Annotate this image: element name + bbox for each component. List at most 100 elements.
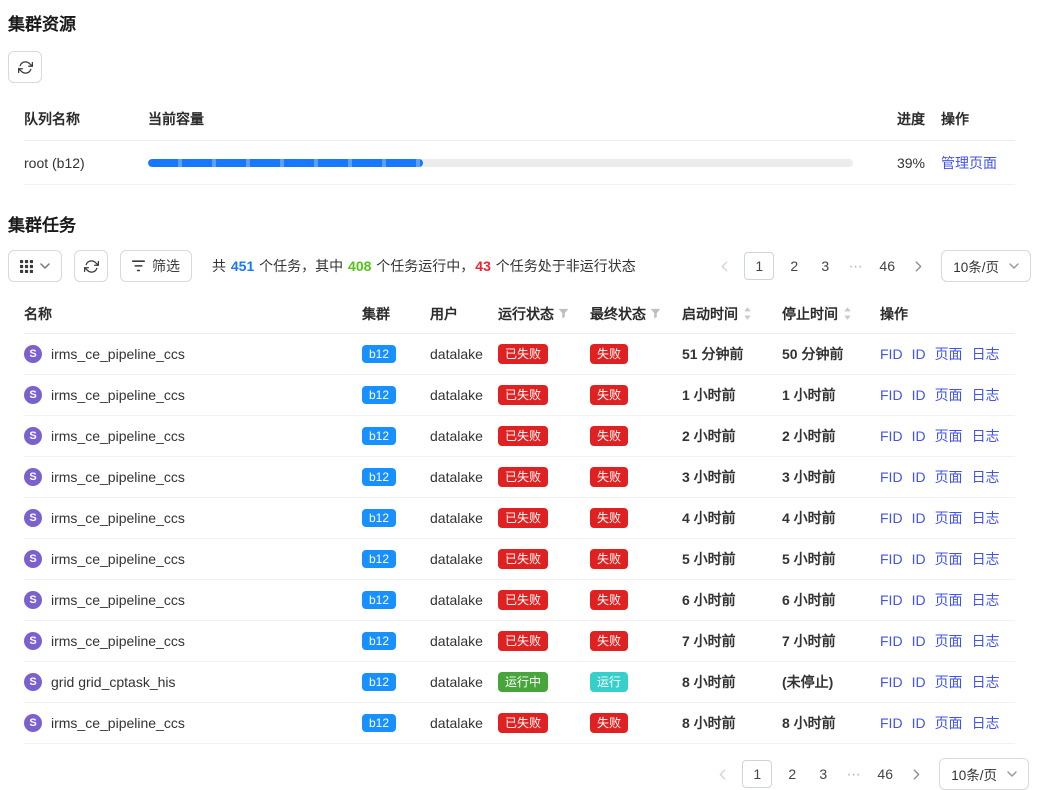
fid-link[interactable]: FID	[880, 715, 903, 731]
task-name: irms_ce_pipeline_ccs	[51, 551, 185, 567]
page-link[interactable]: 页面	[935, 590, 963, 610]
fid-link[interactable]: FID	[880, 674, 903, 690]
stop-time: 8 小时前	[782, 713, 880, 733]
header-actions: 操作	[880, 304, 1015, 324]
page-link[interactable]: 页面	[935, 508, 963, 528]
task-name: irms_ce_pipeline_ccs	[51, 510, 185, 526]
log-link[interactable]: 日志	[972, 385, 1000, 405]
id-link[interactable]: ID	[912, 428, 926, 444]
page-ellipsis[interactable]: ⋯	[845, 252, 867, 280]
page-link[interactable]: 页面	[935, 426, 963, 446]
final-status-badge: 失败	[590, 549, 628, 569]
final-status-badge: 失败	[590, 508, 628, 528]
log-link[interactable]: 日志	[972, 426, 1000, 446]
id-link[interactable]: ID	[912, 715, 926, 731]
page-button-1[interactable]: 1	[742, 760, 772, 788]
fid-link[interactable]: FID	[880, 469, 903, 485]
page-link[interactable]: 页面	[935, 631, 963, 651]
task-row: S irms_ce_pipeline_ccs b12 datalake 已失败 …	[24, 539, 1015, 580]
fid-link[interactable]: FID	[880, 510, 903, 526]
task-row: S irms_ce_pipeline_ccs b12 datalake 已失败 …	[24, 334, 1015, 375]
id-link[interactable]: ID	[912, 592, 926, 608]
page-button-3[interactable]: 3	[814, 252, 836, 280]
id-link[interactable]: ID	[912, 633, 926, 649]
log-link[interactable]: 日志	[972, 672, 1000, 692]
filter-lines-icon	[132, 260, 145, 272]
cluster-resources-title: 集群资源	[8, 10, 1031, 35]
page-button-2[interactable]: 2	[781, 760, 803, 788]
run-status-badge: 已失败	[498, 467, 548, 487]
page-link[interactable]: 页面	[935, 672, 963, 692]
id-link[interactable]: ID	[912, 469, 926, 485]
tasks-refresh-button[interactable]	[74, 250, 108, 282]
next-page-button[interactable]	[905, 760, 927, 788]
filter-button[interactable]: 筛选	[120, 250, 192, 282]
id-link[interactable]: ID	[912, 551, 926, 567]
task-avatar: S	[24, 468, 42, 486]
page-link[interactable]: 页面	[935, 344, 963, 364]
fid-link[interactable]: FID	[880, 346, 903, 362]
page-button-3[interactable]: 3	[812, 760, 834, 788]
page-button-46[interactable]: 46	[874, 760, 896, 788]
final-status-badge: 失败	[590, 385, 628, 405]
log-link[interactable]: 日志	[972, 467, 1000, 487]
start-time: 5 小时前	[682, 549, 782, 569]
page-button-1[interactable]: 1	[744, 252, 774, 280]
page-link[interactable]: 页面	[935, 549, 963, 569]
start-time-sort-icon[interactable]	[743, 307, 752, 320]
run-status-badge: 已失败	[498, 344, 548, 364]
page-link[interactable]: 页面	[935, 385, 963, 405]
refresh-icon	[18, 60, 33, 75]
log-link[interactable]: 日志	[972, 549, 1000, 569]
layout-grid-button[interactable]	[8, 250, 62, 282]
page-ellipsis[interactable]: ⋯	[843, 760, 865, 788]
task-row: S irms_ce_pipeline_ccs b12 datalake 已失败 …	[24, 498, 1015, 539]
stop-time-sort-icon[interactable]	[843, 307, 852, 320]
task-avatar: S	[24, 427, 42, 445]
fid-link[interactable]: FID	[880, 592, 903, 608]
fid-link[interactable]: FID	[880, 551, 903, 567]
header-stop-time: 停止时间	[782, 304, 838, 324]
prev-page-button[interactable]	[713, 252, 735, 280]
resources-refresh-button[interactable]	[8, 51, 42, 83]
log-link[interactable]: 日志	[972, 344, 1000, 364]
page-button-46[interactable]: 46	[876, 252, 898, 280]
run-status-filter-icon[interactable]	[558, 308, 569, 319]
summary-text: 共	[212, 258, 230, 274]
cluster-badge: b12	[362, 427, 396, 445]
fid-link[interactable]: FID	[880, 428, 903, 444]
final-status-filter-icon[interactable]	[650, 308, 661, 319]
chevron-down-icon	[40, 263, 50, 269]
next-page-button[interactable]	[907, 252, 929, 280]
manage-page-link[interactable]: 管理页面	[941, 153, 997, 173]
start-time: 7 小时前	[682, 631, 782, 651]
log-link[interactable]: 日志	[972, 713, 1000, 733]
page: 集群资源 队列名称 当前容量 进度 操作 root (b12) 39% 管理页面…	[0, 0, 1039, 790]
header-progress: 进度	[869, 109, 925, 129]
fid-link[interactable]: FID	[880, 387, 903, 403]
log-link[interactable]: 日志	[972, 508, 1000, 528]
page-size-select[interactable]: 10条/页	[941, 250, 1031, 282]
start-time: 2 小时前	[682, 426, 782, 446]
log-link[interactable]: 日志	[972, 590, 1000, 610]
task-avatar: S	[24, 714, 42, 732]
id-link[interactable]: ID	[912, 674, 926, 690]
page-link[interactable]: 页面	[935, 467, 963, 487]
fid-link[interactable]: FID	[880, 633, 903, 649]
page-button-2[interactable]: 2	[783, 252, 805, 280]
stop-time: 4 小时前	[782, 508, 880, 528]
log-link[interactable]: 日志	[972, 631, 1000, 651]
header-name: 名称	[24, 304, 362, 324]
task-row: S irms_ce_pipeline_ccs b12 datalake 已失败 …	[24, 621, 1015, 662]
task-user: datalake	[430, 551, 498, 567]
id-link[interactable]: ID	[912, 346, 926, 362]
task-user: datalake	[430, 346, 498, 362]
prev-page-button[interactable]	[711, 760, 733, 788]
id-link[interactable]: ID	[912, 387, 926, 403]
task-avatar: S	[24, 386, 42, 404]
task-name: irms_ce_pipeline_ccs	[51, 428, 185, 444]
id-link[interactable]: ID	[912, 510, 926, 526]
page-link[interactable]: 页面	[935, 713, 963, 733]
task-name: irms_ce_pipeline_ccs	[51, 469, 185, 485]
page-size-select[interactable]: 10条/页	[939, 758, 1029, 790]
